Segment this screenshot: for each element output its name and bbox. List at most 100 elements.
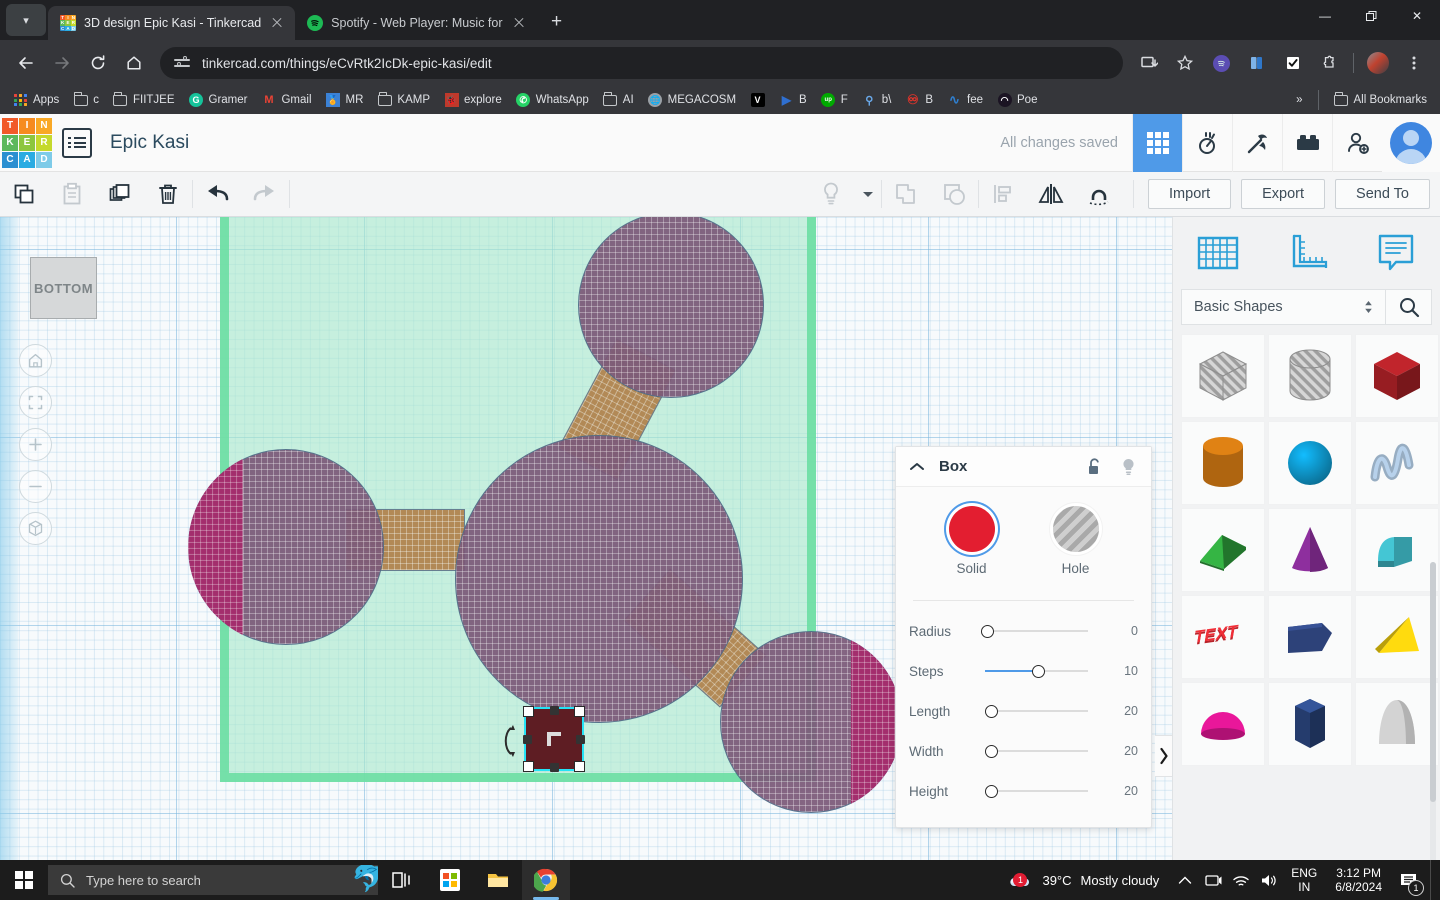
rotate-arrow-icon[interactable] (497, 722, 519, 758)
address-bar[interactable]: tinkercad.com/things/eCvRtk2IcDk-epic-ka… (160, 47, 1123, 79)
shape-paraboloid[interactable] (1355, 682, 1439, 766)
light-dropdown-button[interactable] (855, 172, 881, 217)
export-button[interactable]: Export (1241, 179, 1326, 209)
shape-half-sphere[interactable] (1181, 682, 1265, 766)
workplane-handle-icon[interactable] (547, 732, 561, 746)
zoom-out-icon[interactable] (19, 470, 52, 503)
scale-handle-bottom[interactable] (550, 763, 559, 772)
mode-solid[interactable]: Solid (937, 506, 1007, 578)
mode-hole[interactable]: Hole (1041, 506, 1111, 578)
tab-simulate[interactable] (1232, 113, 1282, 172)
reading-list-icon[interactable] (1241, 47, 1273, 79)
duplicate-button[interactable] (96, 172, 144, 217)
profile-avatar[interactable] (1362, 47, 1394, 79)
slider-knob[interactable] (984, 744, 998, 758)
view-cube[interactable]: BOTTOM (30, 257, 97, 319)
selected-shape[interactable] (523, 706, 585, 772)
all-bookmarks-button[interactable]: All Bookmarks (1327, 90, 1435, 111)
clock[interactable]: 3:12 PM 6/8/2024 (1325, 866, 1392, 894)
bookmark-item[interactable]: ∿ fee (940, 90, 990, 111)
taskbar-search-input[interactable]: Type here to search (86, 873, 201, 888)
bookmark-item[interactable]: up F (814, 90, 855, 111)
scale-handle-top-left[interactable] (523, 706, 534, 717)
shape-sphere[interactable] (1268, 421, 1352, 505)
workplane-icon[interactable] (1192, 227, 1244, 279)
minimize-button[interactable]: — (1302, 0, 1348, 32)
shape-extrusion[interactable] (1268, 595, 1352, 679)
maximize-button[interactable] (1348, 0, 1394, 32)
property-slider[interactable] (977, 703, 1106, 719)
shape-search-button[interactable] (1386, 289, 1432, 325)
send-to-button[interactable]: Send To (1335, 179, 1430, 209)
shape-box-hole[interactable] (1181, 334, 1265, 418)
tab-3d-design[interactable] (1132, 113, 1182, 172)
ortho-perspective-icon[interactable] (19, 512, 52, 545)
page-title[interactable]: Epic Kasi (110, 132, 189, 154)
zoom-in-icon[interactable] (19, 428, 52, 461)
ruler-icon[interactable] (1281, 227, 1333, 279)
avatar[interactable] (1382, 113, 1440, 172)
bookmark-item[interactable]: c (66, 90, 106, 111)
property-slider[interactable] (977, 783, 1106, 799)
puzzle-extension-icon[interactable] (1313, 47, 1345, 79)
show-desktop-button[interactable] (1430, 860, 1436, 900)
shape-polygon-wave[interactable] (1355, 421, 1439, 505)
shape-cone[interactable] (1268, 508, 1352, 592)
group-button[interactable] (882, 172, 930, 217)
atom-top[interactable] (578, 217, 764, 398)
slider-knob[interactable] (981, 624, 994, 638)
invite-people-button[interactable] (1332, 113, 1382, 172)
shape-round-roof[interactable] (1355, 508, 1439, 592)
bookmark-item[interactable]: AI (596, 90, 641, 111)
shape-roof[interactable] (1181, 508, 1265, 592)
bookmark-item[interactable]: M Gmail (254, 90, 318, 111)
tab-search-icon[interactable]: ▾ (6, 4, 46, 36)
close-button[interactable]: ✕ (1394, 0, 1440, 32)
shape-hexagon-prism[interactable] (1268, 682, 1352, 766)
copy-button[interactable] (0, 172, 48, 217)
paste-button[interactable] (48, 172, 96, 217)
bookmark-item[interactable]: 🌐 MEGACOSM (641, 90, 743, 111)
home-view-icon[interactable] (19, 344, 52, 377)
google-chrome-icon[interactable] (522, 860, 570, 900)
three-dot-menu-icon[interactable] (1398, 47, 1430, 79)
bookmarks-overflow-button[interactable]: » (1289, 91, 1309, 109)
delete-button[interactable] (144, 172, 192, 217)
scale-handle-bottom-right[interactable] (574, 761, 585, 772)
shape-text[interactable]: TEXT TEXT (1181, 595, 1265, 679)
bookmark-item[interactable]: ⚲ b\ (855, 90, 899, 111)
checkmark-extension-icon[interactable] (1277, 47, 1309, 79)
notification-icon[interactable]: 1 (1392, 860, 1426, 900)
screen-cast-icon[interactable] (1199, 860, 1227, 900)
bookmark-item[interactable]: FIITJEE (106, 90, 182, 111)
light-button[interactable] (807, 172, 855, 217)
volume-icon[interactable] (1255, 860, 1283, 900)
weather-widget[interactable]: 1 39°C Mostly cloudy (995, 870, 1171, 890)
align-button[interactable] (979, 172, 1027, 217)
lightbulb-icon[interactable] (1118, 457, 1138, 477)
new-tab-button[interactable]: + (543, 8, 571, 36)
bookmark-item[interactable]: ▶ B (772, 90, 814, 111)
back-icon[interactable] (10, 47, 42, 79)
reload-icon[interactable] (82, 47, 114, 79)
scale-handle-left[interactable] (523, 735, 532, 744)
fit-all-icon[interactable] (19, 386, 52, 419)
language-indicator[interactable]: ENG IN (1283, 866, 1325, 894)
forward-icon[interactable] (46, 47, 78, 79)
taskbar-search[interactable]: Type here to search 🐬 (48, 865, 378, 895)
bookmark-item[interactable]: ◠ Poe (990, 90, 1044, 111)
scale-handle-bottom-left[interactable] (523, 761, 534, 772)
atom-center[interactable] (455, 435, 743, 723)
task-view-icon[interactable] (378, 860, 426, 900)
property-slider[interactable] (977, 663, 1106, 679)
shape-cylinder-hole[interactable] (1268, 334, 1352, 418)
ungroup-button[interactable] (930, 172, 978, 217)
scale-handle-right[interactable] (576, 735, 585, 744)
property-slider[interactable] (977, 743, 1106, 759)
bookmark-item[interactable]: 🐞 explore (437, 90, 509, 111)
scale-handle-top[interactable] (550, 706, 559, 715)
import-button[interactable]: Import (1148, 179, 1232, 209)
bookmark-item[interactable]: ✆ WhatsApp (509, 90, 596, 111)
snap-button[interactable] (1075, 172, 1123, 217)
close-icon[interactable] (511, 15, 527, 31)
